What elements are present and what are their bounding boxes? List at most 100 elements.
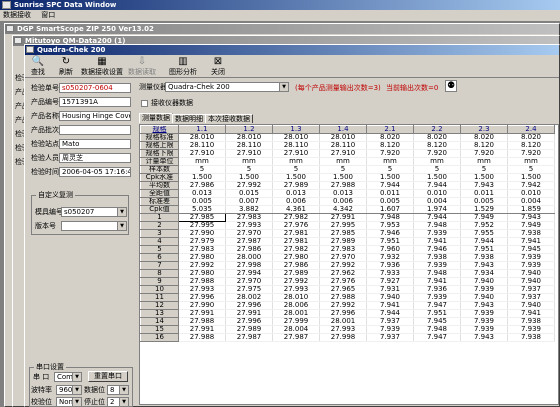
spec-cell[interactable]: 28.010 xyxy=(225,133,273,142)
chevron-down-icon[interactable]: ▼ xyxy=(72,386,81,394)
spec-cell[interactable]: 8.020 xyxy=(507,133,555,142)
column-header[interactable]: 2.1 xyxy=(366,125,414,134)
data-cell[interactable]: 27.993 xyxy=(178,285,226,294)
tab-data-detail[interactable]: 数据明细 xyxy=(172,114,206,123)
data-cell[interactable]: 7.938 xyxy=(507,229,555,238)
data-cell[interactable]: 28.000 xyxy=(225,253,273,262)
data-cell[interactable]: 27.980 xyxy=(272,253,320,262)
data-cell[interactable]: 27.987 xyxy=(225,237,273,246)
data-cell[interactable]: 7.940 xyxy=(460,293,508,302)
reset-port-button[interactable]: 重置串口 xyxy=(88,371,128,382)
spec-cell[interactable]: 28.110 xyxy=(225,141,273,150)
data-cell[interactable]: 27.993 xyxy=(319,325,367,334)
spec-cell[interactable]: 0.006 xyxy=(272,197,320,206)
row-number[interactable]: 3 xyxy=(140,229,179,238)
data-cell[interactable]: 27.994 xyxy=(225,269,273,278)
data-cell[interactable]: 27.988 xyxy=(178,317,226,326)
data-cell[interactable]: 27.979 xyxy=(178,237,226,246)
spec-cell[interactable]: 5 xyxy=(272,165,320,174)
data-cell[interactable]: 7.938 xyxy=(507,317,555,326)
spec-cell[interactable]: 0.011 xyxy=(460,189,508,198)
data-cell[interactable]: 27.996 xyxy=(178,293,226,302)
data-cell[interactable]: 27.980 xyxy=(178,269,226,278)
port-select[interactable]: Com1 ▼ xyxy=(54,372,82,382)
data-cell[interactable]: 7.944 xyxy=(460,237,508,246)
spec-cell[interactable]: 0.004 xyxy=(413,197,461,206)
data-cell[interactable]: 7.949 xyxy=(507,221,555,230)
data-cell[interactable]: 27.996 xyxy=(225,301,273,310)
data-cell[interactable]: 7.937 xyxy=(507,285,555,294)
spec-cell[interactable]: 28.110 xyxy=(272,141,320,150)
data-cell[interactable]: 27.975 xyxy=(225,285,273,294)
data-cell[interactable]: 27.991 xyxy=(225,309,273,318)
data-cell[interactable]: 7.953 xyxy=(366,221,414,230)
spec-cell[interactable]: 5 xyxy=(460,165,508,174)
prod-batch-field[interactable] xyxy=(59,125,131,135)
data-cell[interactable]: 7.951 xyxy=(413,309,461,318)
inspector-field[interactable]: 周灵芝 xyxy=(59,153,131,163)
data-cell[interactable]: 7.948 xyxy=(413,221,461,230)
person-icon[interactable]: ⚉ xyxy=(445,80,457,92)
data-cell[interactable]: 27.988 xyxy=(178,333,226,342)
data-cell[interactable]: 7.941 xyxy=(366,301,414,310)
spec-cell[interactable]: 5 xyxy=(366,165,414,174)
data-cell[interactable]: 7.941 xyxy=(413,277,461,286)
station-field[interactable]: Mato xyxy=(59,139,131,149)
spec-cell[interactable]: 5 xyxy=(319,165,367,174)
receive-only-checkbox[interactable] xyxy=(141,100,148,107)
spec-cell[interactable]: 1.500 xyxy=(272,173,320,182)
row-number[interactable]: 9 xyxy=(140,277,179,286)
data-cell[interactable]: 28.010 xyxy=(272,293,320,302)
version-select[interactable]: ▼ xyxy=(61,221,127,231)
spec-cell[interactable]: 0.005 xyxy=(366,197,414,206)
child-titlebar-quadra-chek[interactable]: Quadra-Chek 200 xyxy=(25,45,559,55)
column-header[interactable]: 2.3 xyxy=(460,125,508,134)
data-cell[interactable]: 27.991 xyxy=(178,325,226,334)
data-cell[interactable]: 7.945 xyxy=(413,317,461,326)
data-cell[interactable]: 28.001 xyxy=(319,317,367,326)
data-grid[interactable]: 规格 1.1 1.2 1.3 1.4 2.1 2.2 2.3 2.4 规格标准 28.010 28.0… xyxy=(139,124,559,405)
spec-cell[interactable]: 8.120 xyxy=(507,141,555,150)
data-cell[interactable]: 7.943 xyxy=(460,301,508,310)
spec-cell[interactable]: mm xyxy=(178,157,226,166)
data-cell[interactable]: 27.976 xyxy=(272,221,320,230)
row-number[interactable]: 1 xyxy=(140,213,179,222)
data-cell[interactable]: 7.939 xyxy=(507,325,555,334)
row-number[interactable]: 10 xyxy=(140,285,179,294)
spec-cell[interactable]: 0.005 xyxy=(460,197,508,206)
data-cell[interactable]: 27.989 xyxy=(319,237,367,246)
spec-cell[interactable]: 8.020 xyxy=(413,133,461,142)
data-cell[interactable]: 7.946 xyxy=(413,245,461,254)
spec-cell[interactable]: 27.910 xyxy=(319,149,367,158)
column-header[interactable]: 1.1 xyxy=(178,125,226,134)
spec-cell[interactable]: 8.020 xyxy=(366,133,414,142)
data-cell[interactable]: 27.991 xyxy=(178,309,226,318)
data-cell[interactable]: 7.939 xyxy=(460,317,508,326)
data-cell[interactable]: 27.992 xyxy=(272,277,320,286)
spec-cell[interactable]: 28.110 xyxy=(319,141,367,150)
data-cell[interactable]: 27.992 xyxy=(178,261,226,270)
data-cell[interactable]: 7.949 xyxy=(460,213,508,222)
template-select[interactable]: s050207 ▼ xyxy=(61,207,127,217)
data-cell[interactable]: 27.991 xyxy=(319,213,367,222)
chevron-down-icon[interactable]: ▼ xyxy=(117,208,126,216)
prod-name-field[interactable]: Housing Hinge Cover xyxy=(59,111,131,121)
data-cell[interactable]: 7.943 xyxy=(460,333,508,342)
row-number[interactable]: 4 xyxy=(140,237,179,246)
spec-cell[interactable]: 3.882 xyxy=(225,205,273,214)
spec-cell[interactable]: 0.010 xyxy=(413,189,461,198)
menu-data-receive[interactable]: 数据接收 xyxy=(3,11,31,19)
spec-cell[interactable]: mm xyxy=(413,157,461,166)
time-field[interactable]: 2006-04-05 17:16:41 xyxy=(59,167,131,177)
data-cell[interactable]: 7.938 xyxy=(460,253,508,262)
row-number[interactable]: 14 xyxy=(140,317,179,326)
spec-cell[interactable]: 1.607 xyxy=(366,205,414,214)
data-cell[interactable]: 7.951 xyxy=(366,237,414,246)
data-cell[interactable]: 27.987 xyxy=(272,333,320,342)
data-cell[interactable]: 7.940 xyxy=(507,269,555,278)
data-cell[interactable]: 7.937 xyxy=(366,317,414,326)
chevron-down-icon[interactable]: ▼ xyxy=(72,373,81,381)
spec-cell[interactable]: 7.920 xyxy=(366,149,414,158)
data-cell[interactable]: 27.992 xyxy=(319,261,367,270)
spec-cell[interactable]: 28.010 xyxy=(178,133,226,142)
